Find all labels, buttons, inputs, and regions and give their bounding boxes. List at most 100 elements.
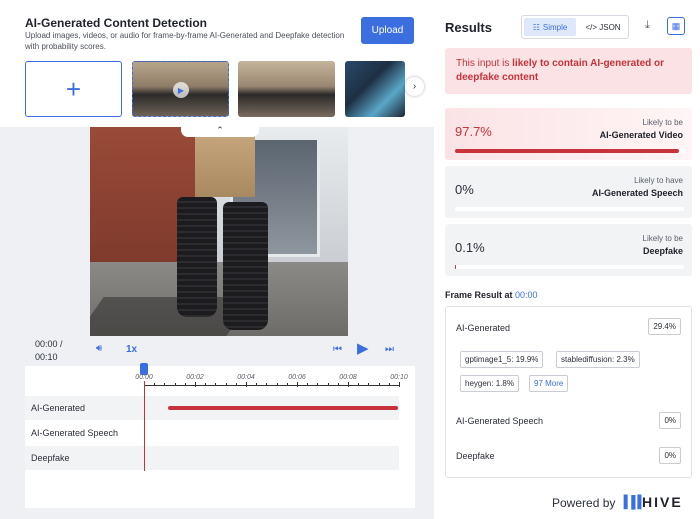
frame-result-header: Frame Result at 00:00 [445, 290, 538, 300]
tick-mark [317, 383, 319, 386]
tick-mark [276, 383, 278, 386]
score-bar-fill [455, 149, 679, 153]
tick-mark [358, 383, 360, 386]
tick-mark [154, 383, 156, 386]
tick-label: 00:00 [135, 374, 153, 381]
score-category: AI-Generated Speech [591, 188, 683, 198]
skip-back-icon[interactable]: ⏮︎ [333, 344, 342, 355]
score-caption: Likely to be [642, 118, 683, 127]
chevron-up-icon[interactable]: ⌃ [181, 123, 259, 137]
hive-logo: HIVE [642, 494, 683, 510]
track-label: Deepfake [31, 453, 70, 463]
volume-icon[interactable]: 🔊︎ [96, 343, 102, 354]
plus-icon: + [65, 73, 82, 104]
frame-deepfake-label: Deepfake [456, 451, 495, 461]
view-simple-label: Simple [542, 22, 568, 32]
timeline-panel: 00:00 / 00:10 🔊︎ 1x ⏮︎ ▶ ⏭︎ 00:00 00:02 00… [25, 336, 415, 508]
frame-speech-value: 0% [659, 412, 681, 429]
score-category: Deepfake [642, 246, 683, 256]
tick-mark [235, 383, 237, 386]
frame-time[interactable]: 00:00 [515, 290, 538, 300]
player-controls: 00:00 / 00:10 🔊︎ 1x ⏮︎ ▶ ⏭︎ [25, 336, 415, 366]
chevron-right-icon[interactable]: › [405, 77, 424, 96]
time-ruler[interactable]: 00:00 00:02 00:04 00:06 00:08 00:10 [135, 374, 408, 394]
skip-forward-icon[interactable]: ⏭︎ [385, 344, 394, 355]
tick-mark [256, 383, 258, 386]
tick-mark [266, 383, 268, 386]
app-description: Upload images, videos, or audio for fram… [25, 31, 345, 51]
tick-mark [246, 382, 247, 387]
track-row: Deepfake [25, 446, 399, 470]
tick-label: 00:10 [390, 374, 408, 381]
score-card-deepfake: 0.1% Likely to be Deepfake [445, 224, 692, 276]
tick-mark [215, 383, 217, 386]
tick-mark [337, 383, 339, 386]
play-icon: ▶ [173, 82, 189, 98]
tick-label: 00:06 [288, 374, 306, 381]
score-bar [455, 149, 684, 153]
tick-mark [286, 383, 288, 386]
tick-mark [348, 382, 349, 387]
tick-label: 00:08 [339, 374, 357, 381]
score-percent: 0% [455, 182, 474, 197]
alert-prefix: This input is [456, 58, 513, 69]
download-icon[interactable]: ⤓ [645, 19, 650, 32]
track-label: AI-Generated Speech [31, 428, 119, 438]
tick-mark [388, 383, 390, 386]
tick-mark [307, 383, 309, 386]
detection-panel: AI-Generated Content Detection Upload im… [0, 0, 434, 519]
more-models-button[interactable]: 97 More [529, 375, 569, 392]
frame-result-box: AI-Generated 29.4% gptimage1_5: 19.9% st… [445, 306, 692, 478]
view-json-button[interactable]: </> JSON [580, 18, 626, 36]
score-card-video: 97.7% Likely to be AI-Generated Video [445, 108, 692, 160]
model-chip: gptimage1_5: 19.9% [460, 351, 544, 368]
tick-mark [205, 383, 207, 386]
media-thumbnail[interactable] [238, 61, 335, 117]
track-row: AI-Generated [25, 396, 399, 420]
playhead [144, 381, 145, 471]
tick-label: 00:04 [237, 374, 255, 381]
frame-ai-value: 29.4% [648, 318, 681, 335]
tick-mark [368, 383, 370, 386]
score-percent: 97.7% [455, 124, 492, 139]
score-bar [455, 207, 684, 211]
media-thumbnail[interactable]: ▶ [132, 61, 229, 117]
app-title: AI-Generated Content Detection [25, 16, 208, 30]
score-card-speech: 0% Likely to have AI-Generated Speech [445, 166, 692, 218]
speed-button[interactable]: 1x [126, 344, 137, 355]
add-media-tile[interactable]: + [25, 61, 122, 117]
tick-mark [184, 383, 186, 386]
grid-icon[interactable]: ▦ [667, 17, 685, 35]
results-panel: Results ☷ Simple </> JSON ⤓ ▦ This input … [434, 0, 700, 519]
video-preview[interactable] [90, 127, 348, 336]
score-category: AI-Generated Video [599, 130, 683, 140]
tick-label: 00:02 [186, 374, 204, 381]
tick-mark [378, 383, 380, 386]
model-chip: heygen: 1.8% [460, 375, 519, 392]
score-bar [455, 265, 684, 269]
time-display: 00:00 / 00:10 [35, 339, 63, 362]
list-icon: ☷ [532, 22, 540, 32]
powered-by-text: Powered by [552, 496, 616, 510]
ai-generated-segment[interactable] [168, 406, 398, 410]
track-label: AI-Generated [31, 403, 86, 413]
frame-deepfake-value: 0% [659, 447, 681, 464]
tick-mark [399, 382, 400, 387]
tick-mark [297, 382, 298, 387]
play-icon[interactable]: ▶ [357, 339, 369, 357]
view-toggle: ☷ Simple </> JSON [521, 15, 629, 39]
view-simple-button[interactable]: ☷ Simple [524, 18, 576, 36]
tick-mark [327, 383, 329, 386]
upload-header: AI-Generated Content Detection Upload im… [0, 0, 434, 127]
tick-mark [164, 383, 166, 386]
verdict-alert: This input is likely to contain AI-gener… [445, 48, 692, 94]
media-thumbnail[interactable] [345, 61, 405, 117]
score-percent: 0.1% [455, 240, 485, 255]
model-chip: stablediffusion: 2.3% [556, 351, 640, 368]
tick-mark [195, 382, 196, 387]
results-title: Results [445, 20, 492, 35]
tick-mark [225, 383, 227, 386]
upload-button[interactable]: Upload [361, 17, 414, 44]
frame-speech-label: AI-Generated Speech [456, 416, 544, 426]
score-caption: Likely to be [642, 234, 683, 243]
